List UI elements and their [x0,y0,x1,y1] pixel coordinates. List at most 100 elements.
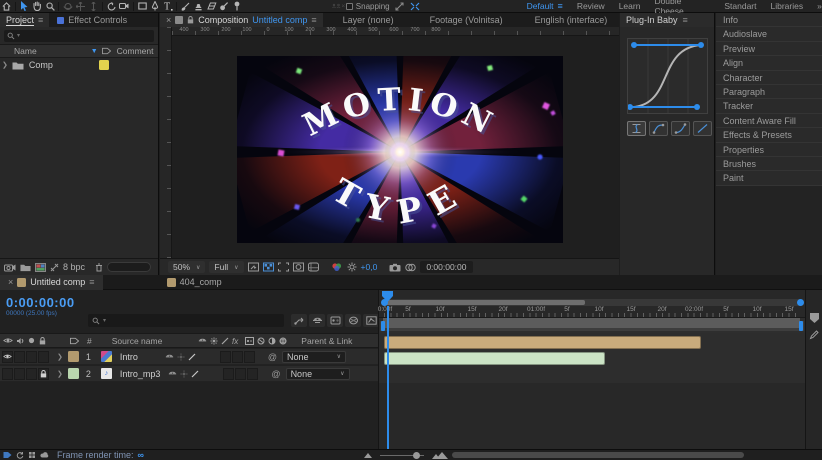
comp-marker-bin-icon[interactable] [809,330,819,340]
audio-toggle[interactable] [14,368,25,380]
layer-color-chip[interactable] [68,351,79,362]
pick-whip-icon[interactable]: @ [271,369,280,379]
project-item-comp-folder[interactable]: ❯ Comp [0,58,158,72]
graph-editor-button[interactable] [363,314,379,327]
multi-frame-rendering-icon[interactable] [28,451,36,459]
pen-tool-icon[interactable] [149,1,162,12]
column-parent-link[interactable]: Parent & Link [301,336,352,346]
workspace-tab-learn[interactable]: Learn [619,1,641,11]
shy-icon[interactable] [198,337,207,345]
tab-layer[interactable]: Layer (none) [323,15,414,25]
frame-blending-button[interactable] [327,314,343,327]
timeline-search-input[interactable]: ▾ [88,314,284,327]
trash-icon[interactable] [95,263,103,272]
clone-stamp-tool-icon[interactable] [192,1,205,12]
selection-tool-icon[interactable] [18,1,31,12]
lock-toggle[interactable] [38,368,49,380]
panel-menu-icon[interactable]: ≡ [683,15,688,25]
lock-icon[interactable] [39,337,46,345]
effects-toggle[interactable] [220,351,231,363]
panel-menu-icon[interactable]: ≡ [89,277,94,287]
layer-name[interactable]: Intro [120,352,138,362]
preset-s-curve-button[interactable] [627,121,646,136]
time-navigator[interactable] [381,299,804,306]
hand-tool-icon[interactable] [31,1,44,12]
expand-arrows-icon[interactable] [393,1,406,12]
sidebar-item-paint[interactable]: Paint [716,171,822,185]
lock-icon[interactable] [187,16,194,24]
project-settings-icon[interactable] [50,263,59,272]
layer-name[interactable]: Intro_mp3 [120,369,161,379]
roto-brush-tool-icon[interactable] [218,1,231,12]
sidebar-item-tracker[interactable]: Tracker [716,99,822,113]
sidebar-item-brushes[interactable]: Brushes [716,157,822,171]
refresh-icon[interactable] [16,451,24,459]
collapse-transformations-icon[interactable] [177,353,185,361]
label-column-icon[interactable] [102,47,111,55]
transparency-grid-icon[interactable] [263,262,274,272]
layer-bar-intro-mp3[interactable] [384,352,605,365]
snapping-checkbox[interactable] [346,3,353,10]
rectangle-tool-icon[interactable] [136,1,149,12]
quality-icon[interactable] [221,337,229,345]
column-name[interactable]: Name [14,46,37,56]
time-ruler[interactable]: 0:00f 5f 10f 15f 20f 01:00f 5f 10f 15f 2… [379,306,806,318]
timeline-zoom-slider[interactable] [380,455,424,456]
lock-toggle[interactable] [38,351,49,363]
eye-icon[interactable] [3,337,13,344]
workspace-menu-icon[interactable]: ≡ [558,1,563,11]
motion-blur-button[interactable] [345,314,361,327]
work-area-bar[interactable] [383,318,800,328]
interpret-footage-icon[interactable] [4,263,16,272]
zoom-tool-icon[interactable] [44,1,57,12]
sidebar-item-audioslave[interactable]: Audioslave [716,27,822,41]
layer-bar-intro[interactable] [384,336,701,349]
new-composition-icon[interactable] [35,263,46,272]
audio-icon[interactable] [16,337,24,345]
visibility-toggle[interactable] [2,368,13,380]
curve-editor[interactable] [627,38,708,114]
rotation-tool-icon[interactable] [105,1,118,12]
layer-row-intro[interactable]: ❯ 1 Intro @ None∨ [0,349,378,365]
label-column-icon[interactable] [70,337,79,345]
workspace-tab-review[interactable]: Review [577,1,605,11]
expander-icon[interactable]: ❯ [57,353,63,361]
sidebar-item-preview[interactable]: Preview [716,42,822,56]
audio-toggle[interactable] [14,351,25,363]
magnification-dropdown[interactable]: 50%∨ [168,261,205,273]
visibility-toggle[interactable] [2,351,13,363]
comp-marker-icon[interactable] [809,312,820,324]
column-comment[interactable]: Comment [117,46,154,56]
scale-around-center-icon[interactable] [409,1,422,12]
column-number[interactable]: # [87,336,92,346]
frame-blend-icon[interactable] [245,337,254,345]
resolution-gear-icon[interactable] [347,262,357,272]
collapse-transformations-icon[interactable] [180,370,188,378]
zoom-out-mountain-icon[interactable] [364,453,372,458]
current-timecode[interactable]: 0:00:00:00 [6,295,75,310]
shy-icon[interactable] [165,353,174,361]
close-icon[interactable]: × [8,277,13,287]
sidebar-item-character[interactable]: Character [716,71,822,85]
tab-effect-controls[interactable]: Effect Controls [49,15,135,25]
snapshot-camera-icon[interactable] [389,263,401,272]
sidebar-item-properties[interactable]: Properties [716,143,822,157]
motion-blur-toggle[interactable] [244,351,255,363]
navigator-end-handle[interactable] [797,299,804,306]
close-icon[interactable]: × [166,15,171,25]
choose-view-layout-icon[interactable] [248,262,259,272]
guides-icon[interactable] [308,262,319,272]
shy-icon[interactable] [168,370,177,378]
fx-icon[interactable]: fx [232,337,242,345]
sidebar-item-align[interactable]: Align [716,56,822,70]
workspace-tab-default[interactable]: Default [527,1,554,11]
channel-rgb-icon[interactable] [331,262,343,272]
render-queue-icon[interactable] [3,451,12,459]
tab-project[interactable]: Project ≡ [0,13,49,27]
new-folder-icon[interactable] [20,263,31,272]
frame-blend-toggle[interactable] [235,368,246,380]
adjustment-layer-icon[interactable] [268,337,276,345]
type-tool-icon[interactable]: T [162,1,175,12]
resolution-dropdown[interactable]: Full∨ [209,261,243,273]
parent-dropdown[interactable]: None∨ [282,351,346,363]
